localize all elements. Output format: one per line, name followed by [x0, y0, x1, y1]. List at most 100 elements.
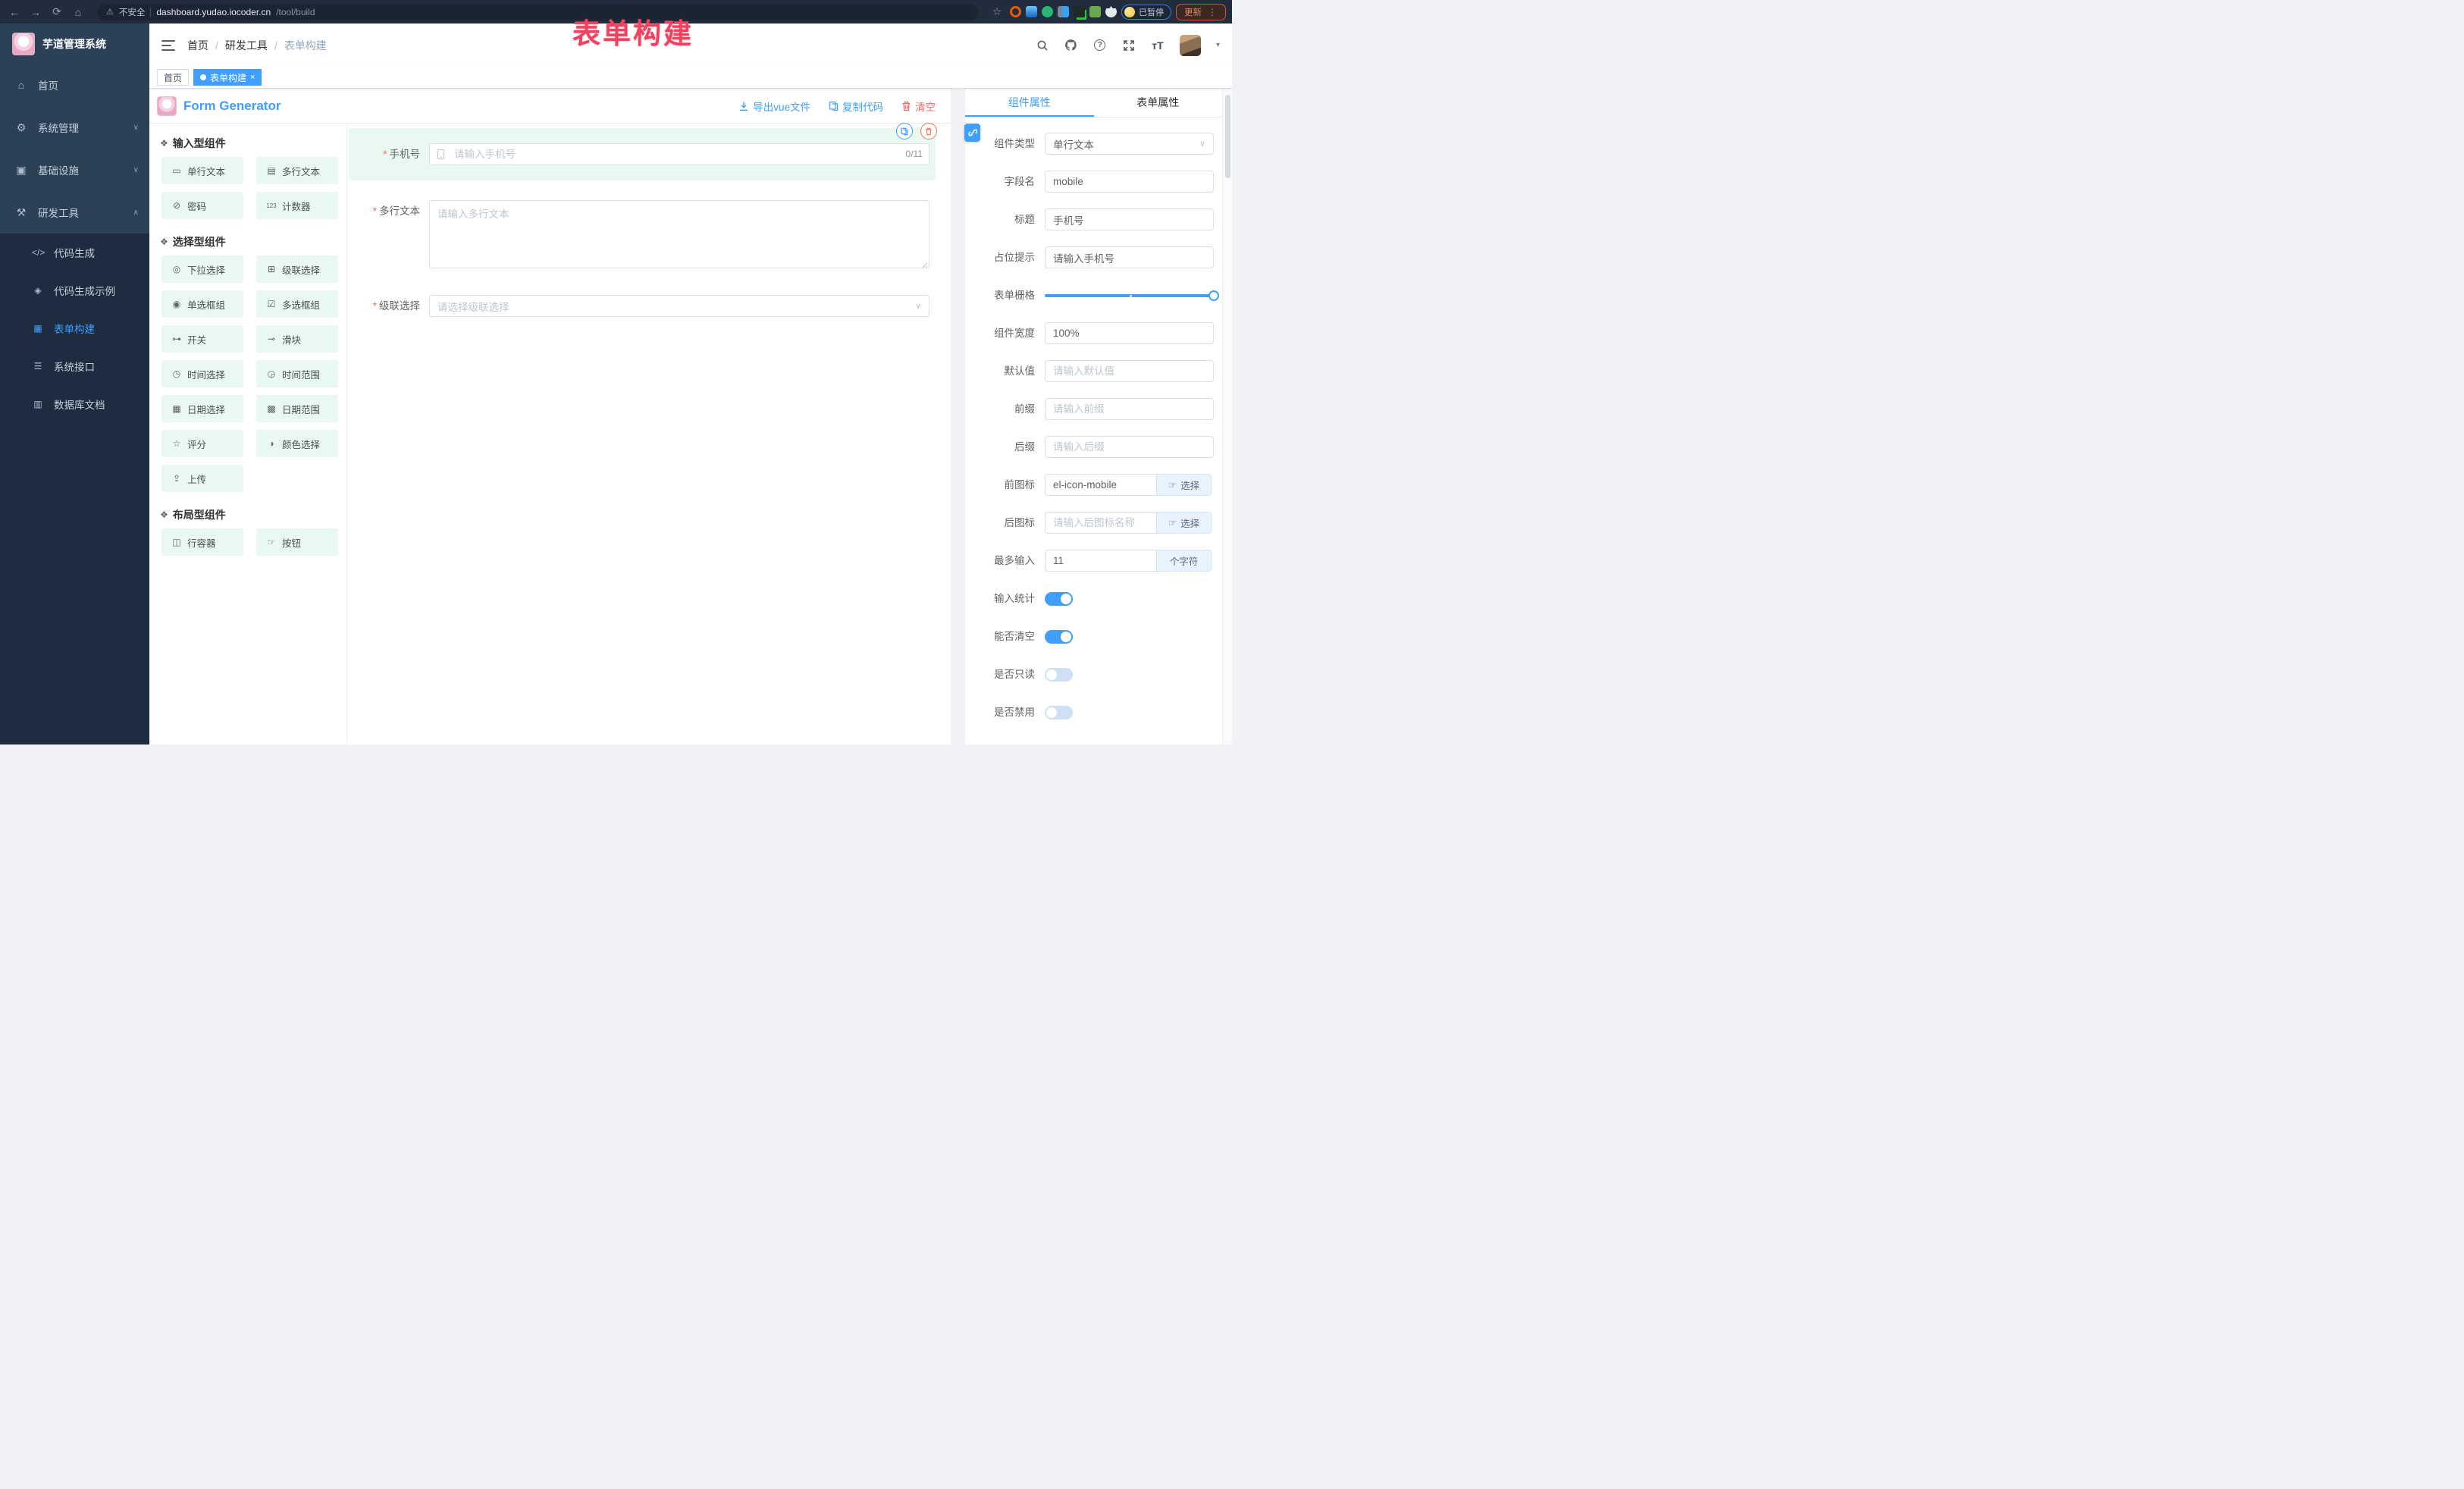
palette-item-row-container[interactable]: ◫行容器 [161, 528, 243, 556]
tab-component-props[interactable]: 组件属性 [965, 89, 1094, 117]
generator-title[interactable]: Form Generator [183, 99, 281, 114]
sidebar-item-codegen[interactable]: </> 代码生成 [0, 234, 149, 271]
breadcrumb-home[interactable]: 首页 [187, 38, 208, 53]
extension-icon-4[interactable] [1058, 6, 1069, 17]
app-logo-row[interactable]: 芋道管理系统 [0, 24, 149, 64]
palette-item-date-range[interactable]: ▩日期范围 [256, 395, 338, 422]
default-value-input[interactable] [1045, 360, 1214, 382]
palette-item-button[interactable]: ☞按钮 [256, 528, 338, 556]
canvas-field-textarea[interactable]: *多行文本 [349, 193, 936, 280]
palette-item-time-picker[interactable]: ◷时间选择 [161, 360, 243, 387]
title-input[interactable] [1045, 208, 1214, 230]
font-size-icon[interactable]: тT [1151, 39, 1165, 52]
copy-code-button[interactable]: 复制代码 [829, 99, 883, 114]
component-type-select[interactable]: 单行文本∨ [1045, 133, 1214, 155]
palette-item-select[interactable]: ◎下拉选择 [161, 255, 243, 283]
readonly-toggle[interactable] [1045, 668, 1073, 682]
palette-item-radio-group[interactable]: ◉单选框组 [161, 290, 243, 318]
palette-item-switch[interactable]: ⊶开关 [161, 325, 243, 353]
delete-field-button[interactable] [920, 123, 937, 139]
profile-paused-badge[interactable]: 已暂停 [1121, 5, 1171, 20]
extension-icon-5[interactable] [1074, 6, 1085, 17]
json-drawer-button[interactable] [964, 124, 980, 142]
sidebar-item-home[interactable]: ⌂ 首页 [0, 64, 149, 106]
extension-icon-6[interactable] [1089, 6, 1101, 17]
sidebar-item-form-builder[interactable]: ▦ 表单构建 [0, 309, 149, 347]
chevron-down-icon: ∨ [1199, 139, 1205, 149]
breadcrumb-devtools[interactable]: 研发工具 [225, 38, 268, 53]
field-name-input[interactable] [1045, 171, 1214, 193]
slider-handle[interactable] [1208, 290, 1219, 301]
palette-item-single-text[interactable]: ▭单行文本 [161, 157, 243, 184]
max-length-input[interactable] [1045, 550, 1157, 572]
tab-form-props[interactable]: 表单属性 [1094, 89, 1223, 117]
tag-close-icon[interactable]: × [250, 73, 255, 82]
url-bar[interactable]: ⚠ 不安全 dashboard.yudao.iocoder.cn/tool/bu… [97, 4, 978, 20]
mobile-input[interactable] [429, 143, 929, 165]
sidebar-item-db-doc[interactable]: ▥ 数据库文档 [0, 385, 149, 423]
form-grid-slider[interactable] [1045, 284, 1214, 306]
page-scrollbar[interactable] [1222, 89, 1232, 744]
sidebar-item-system[interactable]: ⚙ 系统管理 ∨ [0, 106, 149, 149]
browser-menu-icon[interactable]: ⋮ [1208, 7, 1218, 17]
user-menu-caret-icon[interactable]: ▾ [1216, 41, 1220, 49]
sidebar-item-system-api[interactable]: ☰ 系统接口 [0, 347, 149, 385]
choose-prefix-icon-button[interactable]: ☞选择 [1157, 474, 1212, 496]
forward-icon[interactable]: → [27, 6, 44, 18]
palette-item-counter[interactable]: 123计数器 [256, 192, 338, 219]
tag-form-builder[interactable]: 表单构建 × [193, 69, 262, 86]
palette-item-rate[interactable]: ☆评分 [161, 430, 243, 457]
palette-item-password[interactable]: ⊘密码 [161, 192, 243, 219]
reload-icon[interactable]: ⟳ [49, 5, 65, 18]
canvas-field-cascader[interactable]: *级联选择 请选择级联选择 ∨ [349, 287, 936, 324]
url-host[interactable]: dashboard.yudao.iocoder.cn [156, 7, 271, 17]
scrollbar-thumb[interactable] [1225, 95, 1230, 178]
prop-row-prefix-icon: 前图标 ☞选择 [965, 474, 1212, 496]
palette-item-label: 按钮 [282, 535, 301, 550]
palette-item-time-range[interactable]: ◶时间范围 [256, 360, 338, 387]
duplicate-field-button[interactable] [896, 123, 913, 139]
github-icon[interactable] [1064, 39, 1078, 52]
tag-home[interactable]: 首页 [157, 69, 189, 86]
search-icon[interactable] [1036, 39, 1049, 52]
clearable-toggle[interactable] [1045, 630, 1073, 644]
browser-update-button[interactable]: 更新 ⋮ [1176, 4, 1226, 20]
extension-icon-3[interactable] [1042, 6, 1053, 17]
help-icon[interactable]: ? [1093, 39, 1107, 52]
home-icon[interactable]: ⌂ [70, 6, 86, 18]
placeholder-input[interactable] [1045, 246, 1214, 268]
clear-button[interactable]: 清空 [901, 99, 936, 114]
palette-item-date-picker[interactable]: ▦日期选择 [161, 395, 243, 422]
security-label[interactable]: 不安全 [119, 6, 146, 18]
component-width-input[interactable] [1045, 322, 1214, 344]
textarea-input[interactable] [429, 200, 929, 268]
palette-item-textarea[interactable]: ▤多行文本 [256, 157, 338, 184]
suffix-icon-input[interactable] [1045, 512, 1157, 534]
show-count-toggle[interactable] [1045, 592, 1073, 606]
user-avatar[interactable] [1180, 35, 1201, 56]
extension-icon-2[interactable] [1026, 6, 1037, 17]
extension-puzzle-icon[interactable] [1105, 6, 1117, 17]
palette-item-label: 多选框组 [282, 297, 320, 312]
sidebar-item-codegen-example[interactable]: ◈ 代码生成示例 [0, 271, 149, 309]
canvas-field-mobile[interactable]: *手机号 0/11 [349, 128, 936, 180]
prefix-icon-input[interactable] [1045, 474, 1157, 496]
palette-item-slider[interactable]: ⊸滑块 [256, 325, 338, 353]
palette-item-checkbox-group[interactable]: ☑多选框组 [256, 290, 338, 318]
export-vue-button[interactable]: 导出vue文件 [738, 99, 810, 114]
suffix-input[interactable] [1045, 436, 1214, 458]
disabled-toggle[interactable] [1045, 706, 1073, 719]
palette-item-upload[interactable]: ⇪上传 [161, 465, 243, 492]
extension-icon-1[interactable] [1010, 6, 1021, 17]
palette-item-color-picker[interactable]: ◑颜色选择 [256, 430, 338, 457]
choose-suffix-icon-button[interactable]: ☞选择 [1157, 512, 1212, 534]
sidebar-item-infra[interactable]: ▣ 基础设施 ∨ [0, 149, 149, 191]
palette-item-cascader[interactable]: ⊞级联选择 [256, 255, 338, 283]
prefix-input[interactable] [1045, 398, 1214, 420]
bookmark-star-icon[interactable]: ☆ [989, 5, 1005, 18]
collapse-menu-icon[interactable] [161, 40, 175, 51]
cascader-select[interactable]: 请选择级联选择 ∨ [429, 295, 929, 317]
sidebar-item-devtools[interactable]: ⚒ 研发工具 ∧ [0, 191, 149, 234]
fullscreen-icon[interactable] [1122, 39, 1136, 52]
back-icon[interactable]: ← [6, 6, 23, 18]
